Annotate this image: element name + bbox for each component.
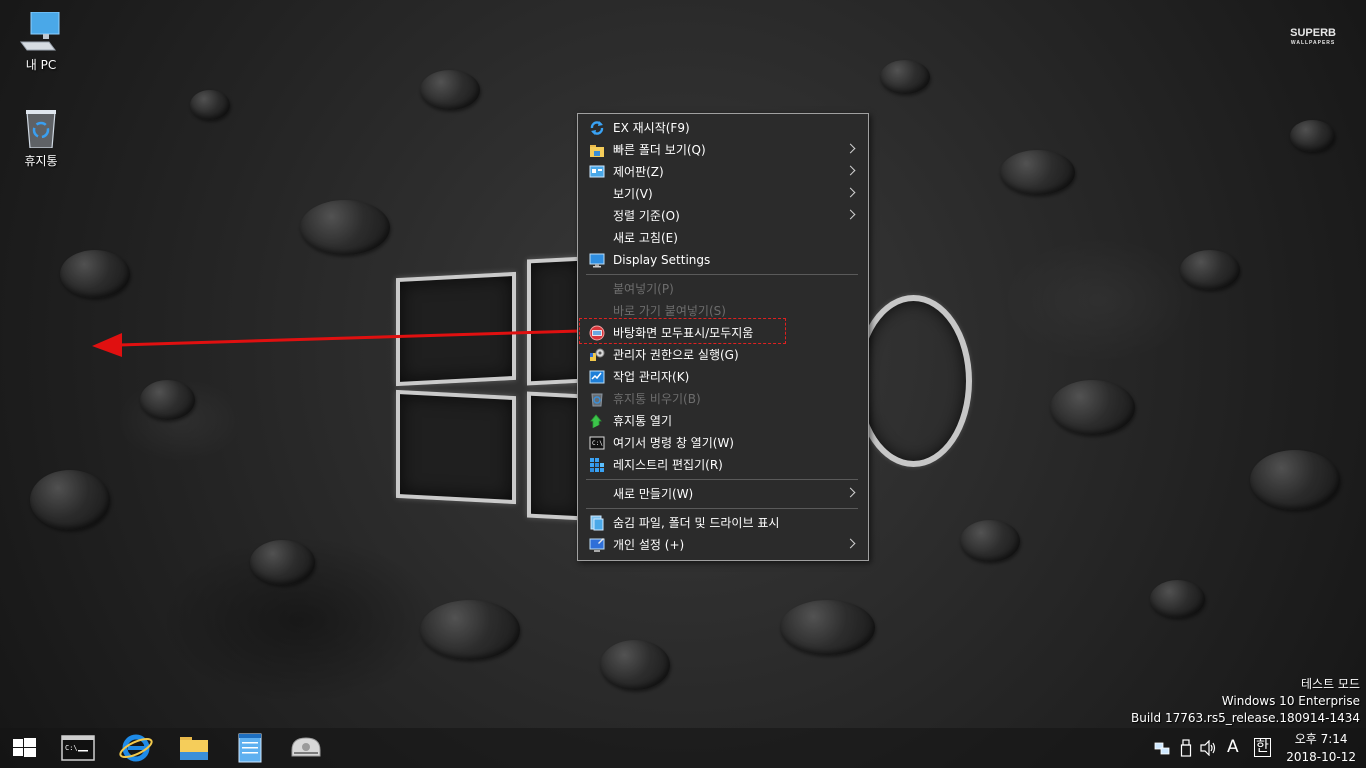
ime-language-indicator[interactable]: 한 (1254, 738, 1271, 757)
submenu-arrow-icon (845, 538, 856, 549)
menu-item-show-hidden-files[interactable]: 숨김 파일, 폴더 및 드라이브 표시 (580, 512, 866, 534)
taskbar-internet-explorer[interactable] (112, 728, 160, 768)
menu-item-label: EX 재시작(F9) (613, 121, 690, 135)
hidden-files-icon (590, 515, 604, 531)
menu-item-display-settings[interactable]: Display Settings (580, 249, 866, 271)
menu-item-label: 관리자 권한으로 실행(G) (613, 348, 739, 362)
volume-icon[interactable] (1200, 739, 1218, 760)
submenu-arrow-icon (845, 487, 856, 498)
taskbar-clock[interactable]: 오후 7:14 2018-10-12 (1286, 730, 1356, 766)
task-manager-icon (589, 370, 605, 384)
windows-start-icon (13, 738, 36, 757)
menu-item-open-recycle-bin[interactable]: 휴지통 열기 (580, 410, 866, 432)
admin-icon (590, 348, 605, 361)
menu-item-label: 보기(V) (613, 187, 653, 201)
menu-item-view[interactable]: 보기(V) (580, 183, 866, 205)
menu-item-refresh[interactable]: 새로 고침(E) (580, 227, 866, 249)
menu-item-label: 여기서 명령 창 열기(W) (613, 436, 734, 450)
menu-item-quick-folder[interactable]: 빠른 폴더 보기(Q) (580, 139, 866, 161)
network-icon[interactable] (1154, 740, 1170, 760)
menu-item-label: 개인 설정 (+) (613, 538, 685, 552)
svg-text:C:\: C:\ (592, 440, 603, 447)
cmd-icon: C:\ (589, 436, 605, 450)
menu-item-control-panel[interactable]: 제어판(Z) (580, 161, 866, 183)
taskbar-drive-app[interactable] (282, 728, 330, 768)
test-mode-label: 테스트 모드 (1300, 677, 1360, 691)
build-label: Build 17763.rs5_release.180914-1434 (1131, 711, 1360, 725)
start-button[interactable] (0, 728, 48, 768)
desktop-background[interactable]: SUPERB WALLPAPERS 내 PC 휴지통 EX 재시작(F9) 빠른… (0, 0, 1366, 768)
taskbar: C:\ A 한 오후 7:14 2018-10-12 (0, 728, 1366, 768)
clock-date: 2018-10-12 (1286, 750, 1356, 764)
menu-item-task-manager[interactable]: 작업 관리자(K) (580, 366, 866, 388)
menu-item-new[interactable]: 새로 만들기(W) (580, 483, 866, 505)
notepad-icon (238, 733, 262, 763)
recycle-bin-icon (591, 393, 603, 407)
menu-item-label: 레지스트리 편집기(R) (613, 458, 723, 472)
menu-item-run-as-admin[interactable]: 관리자 권한으로 실행(G) (580, 344, 866, 366)
cmd-icon: C:\ (61, 735, 95, 761)
recycle-arrow-icon (590, 414, 602, 428)
menu-item-label: 새로 고침(E) (613, 231, 678, 245)
taskbar-notepad[interactable] (226, 728, 274, 768)
folder-icon (590, 145, 604, 157)
menu-item-label: 숨김 파일, 폴더 및 드라이브 표시 (613, 516, 780, 530)
submenu-arrow-icon (845, 165, 856, 176)
menu-separator (586, 508, 858, 509)
menu-item-ex-restart[interactable]: EX 재시작(F9) (580, 117, 866, 139)
control-panel-icon (589, 165, 605, 178)
menu-item-registry-editor[interactable]: 레지스트리 편집기(R) (580, 454, 866, 476)
menu-item-empty-recycle-bin[interactable]: 휴지통 비우기(B) (580, 388, 866, 410)
drive-icon (291, 737, 321, 757)
menu-item-label: 새로 만들기(W) (613, 487, 694, 501)
submenu-arrow-icon (845, 209, 856, 220)
menu-item-label: 휴지통 열기 (613, 414, 673, 428)
monitor-icon (589, 253, 605, 268)
menu-item-label: 휴지통 비우기(B) (613, 392, 701, 406)
clock-time: 오후 7:14 (1294, 732, 1348, 746)
ime-mode-indicator[interactable]: A (1227, 737, 1239, 757)
taskbar-file-explorer[interactable] (170, 728, 218, 768)
submenu-arrow-icon (845, 143, 856, 154)
menu-item-sort-by[interactable]: 정렬 기준(O) (580, 205, 866, 227)
windows-edition-label: Windows 10 Enterprise (1221, 694, 1360, 708)
svg-text:C:\: C:\ (65, 744, 78, 752)
menu-separator (586, 274, 858, 275)
menu-item-label: 빠른 폴더 보기(Q) (613, 143, 706, 157)
usb-drive-icon[interactable] (1180, 739, 1192, 761)
folder-icon (180, 737, 208, 760)
submenu-arrow-icon (845, 187, 856, 198)
taskbar-command-prompt[interactable]: C:\ (54, 728, 102, 768)
menu-item-personalize[interactable]: 개인 설정 (+) (580, 534, 866, 556)
menu-item-label: Display Settings (613, 253, 711, 267)
menu-item-label: 정렬 기준(O) (613, 209, 680, 223)
highlight-annotation-box (579, 318, 786, 344)
menu-item-paste[interactable]: 붙여넣기(P) (580, 278, 866, 300)
registry-icon (590, 458, 604, 472)
internet-explorer-icon (119, 734, 153, 762)
refresh-icon (590, 121, 604, 135)
menu-item-open-command-window[interactable]: C:\ 여기서 명령 창 열기(W) (580, 432, 866, 454)
menu-item-label: 제어판(Z) (613, 165, 664, 179)
personalize-icon (589, 538, 605, 552)
menu-item-label: 붙여넣기(P) (613, 282, 674, 296)
menu-separator (586, 479, 858, 480)
menu-item-label: 작업 관리자(K) (613, 370, 690, 384)
system-info-overlay: 테스트 모드 Windows 10 Enterprise Build 17763… (1131, 676, 1360, 727)
